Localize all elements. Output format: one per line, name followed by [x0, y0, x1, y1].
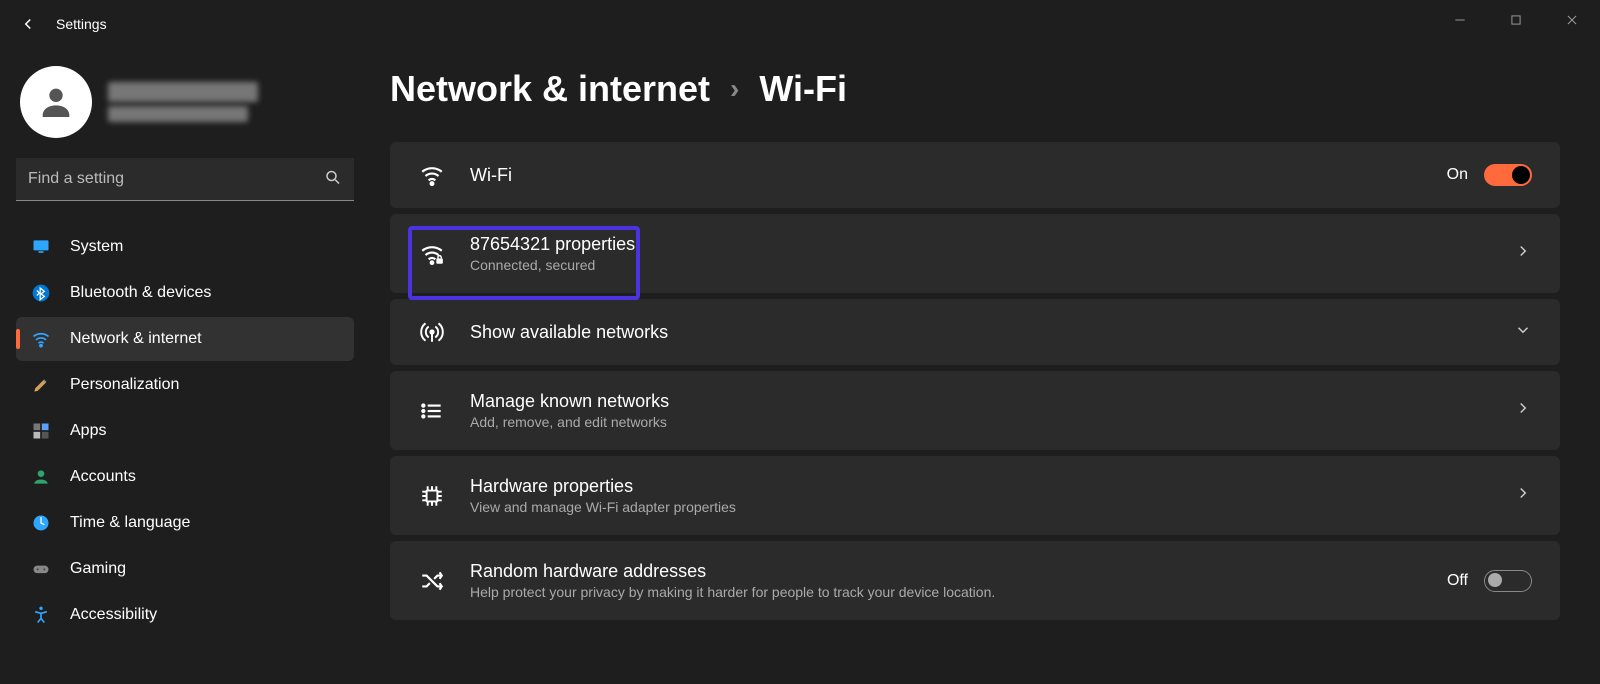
chevron-right-icon: ›: [730, 73, 739, 105]
profile-email-blurred: [108, 106, 248, 122]
card-subtitle: Connected, secured: [470, 257, 1490, 273]
maximize-button[interactable]: [1488, 0, 1544, 40]
accessibility-icon: [30, 605, 52, 625]
sidebar-item-apps[interactable]: Apps: [16, 409, 354, 453]
wifi-toggle-card[interactable]: Wi-Fi On: [390, 142, 1560, 208]
card-title: 87654321 properties: [470, 234, 1490, 255]
sidebar-item-gaming[interactable]: Gaming: [16, 547, 354, 591]
profile-section[interactable]: [16, 58, 354, 158]
sidebar-item-label: Apps: [70, 422, 106, 440]
chevron-right-icon: [1514, 242, 1532, 265]
card-title: Manage known networks: [470, 391, 1490, 412]
list-icon: [418, 398, 446, 424]
person-icon: [30, 467, 52, 487]
random-hardware-toggle[interactable]: [1484, 570, 1532, 592]
avatar: [20, 66, 92, 138]
sidebar-item-label: System: [70, 238, 123, 256]
sidebar-item-label: Accessibility: [70, 606, 157, 624]
gamepad-icon: [30, 559, 52, 579]
apps-icon: [30, 421, 52, 441]
wifi-icon: [30, 329, 52, 349]
hardware-properties-card[interactable]: Hardware properties View and manage Wi-F…: [390, 456, 1560, 535]
close-button[interactable]: [1544, 0, 1600, 40]
random-hardware-addresses-card[interactable]: Random hardware addresses Help protect y…: [390, 541, 1560, 620]
breadcrumb-current: Wi-Fi: [759, 68, 847, 110]
breadcrumb: Network & internet › Wi-Fi: [390, 68, 1560, 110]
sidebar: System Bluetooth & devices Network & int…: [0, 48, 370, 684]
sidebar-item-time-language[interactable]: Time & language: [16, 501, 354, 545]
brush-icon: [30, 375, 52, 395]
window-title: Settings: [56, 16, 107, 32]
sidebar-item-label: Time & language: [70, 514, 190, 532]
profile-name-blurred: [108, 82, 258, 102]
random-state-label: Off: [1447, 572, 1468, 590]
card-title: Wi-Fi: [470, 165, 1423, 186]
sidebar-item-bluetooth[interactable]: Bluetooth & devices: [16, 271, 354, 315]
content-area: Network & internet › Wi-Fi Wi-Fi On: [370, 48, 1600, 684]
monitor-icon: [30, 237, 52, 257]
wifi-secured-icon: [418, 241, 446, 267]
sidebar-item-accessibility[interactable]: Accessibility: [16, 593, 354, 637]
breadcrumb-parent[interactable]: Network & internet: [390, 68, 710, 110]
bluetooth-icon: [30, 283, 52, 303]
manage-known-networks-card[interactable]: Manage known networks Add, remove, and e…: [390, 371, 1560, 450]
chevron-down-icon: [1514, 321, 1532, 344]
card-subtitle: Add, remove, and edit networks: [470, 414, 1490, 430]
sidebar-item-network[interactable]: Network & internet: [16, 317, 354, 361]
search-input[interactable]: [16, 158, 354, 201]
card-title: Show available networks: [470, 322, 1490, 343]
network-properties-card[interactable]: 87654321 properties Connected, secured: [390, 214, 1560, 293]
back-button[interactable]: [8, 4, 48, 44]
card-title: Random hardware addresses: [470, 561, 1423, 582]
card-title: Hardware properties: [470, 476, 1490, 497]
minimize-button[interactable]: [1432, 0, 1488, 40]
sidebar-item-label: Gaming: [70, 560, 126, 578]
wifi-state-label: On: [1447, 166, 1468, 184]
clock-globe-icon: [30, 513, 52, 533]
sidebar-item-system[interactable]: System: [16, 225, 354, 269]
sidebar-item-label: Bluetooth & devices: [70, 284, 211, 302]
wifi-toggle[interactable]: [1484, 164, 1532, 186]
search-box[interactable]: [16, 158, 354, 201]
sidebar-item-personalization[interactable]: Personalization: [16, 363, 354, 407]
card-subtitle: Help protect your privacy by making it h…: [470, 584, 1423, 600]
antenna-icon: [418, 319, 446, 345]
wifi-icon: [418, 162, 446, 188]
sidebar-item-accounts[interactable]: Accounts: [16, 455, 354, 499]
sidebar-item-label: Accounts: [70, 468, 136, 486]
sidebar-item-label: Personalization: [70, 376, 179, 394]
show-available-networks-card[interactable]: Show available networks: [390, 299, 1560, 365]
chevron-right-icon: [1514, 484, 1532, 507]
chevron-right-icon: [1514, 399, 1532, 422]
chip-icon: [418, 483, 446, 509]
sidebar-item-label: Network & internet: [70, 330, 202, 348]
search-icon: [324, 168, 342, 191]
card-subtitle: View and manage Wi-Fi adapter properties: [470, 499, 1490, 515]
shuffle-icon: [418, 568, 446, 594]
